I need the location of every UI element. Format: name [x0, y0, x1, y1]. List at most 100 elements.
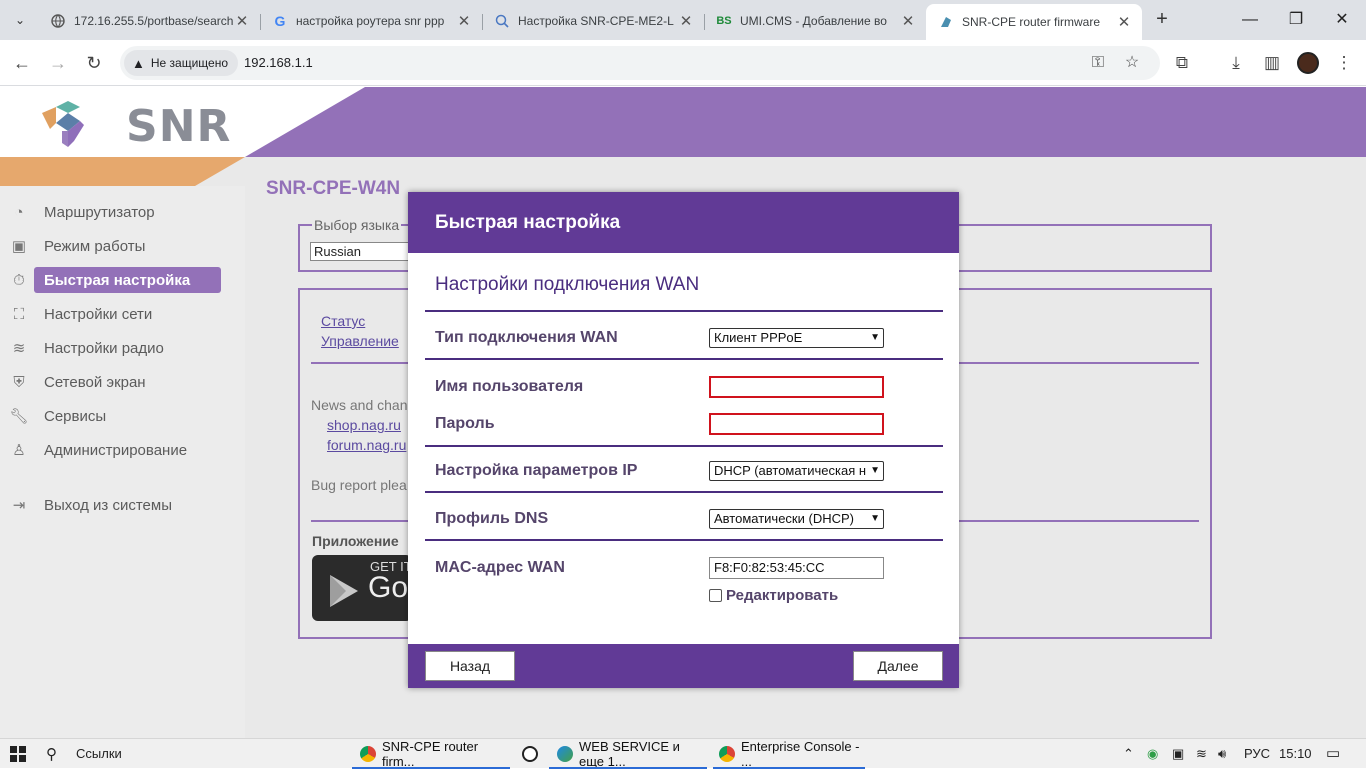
sidebar-item-network[interactable]: ⛶ Настройки сети	[0, 301, 230, 327]
camera-tray-icon[interactable]: ▣	[1172, 746, 1184, 762]
browser-tab-active[interactable]: SNR-CPE router firmware ✕	[926, 4, 1142, 40]
sidebar-item-label: Быстрая настройка	[44, 271, 191, 289]
bookmark-star-icon[interactable]: ☆	[1122, 53, 1142, 73]
password-input[interactable]	[709, 413, 884, 435]
taskbar-search-label[interactable]: Ссылки	[76, 746, 122, 761]
tab-search-dropdown-icon[interactable]: ⌄	[8, 8, 32, 32]
ip-settings-select[interactable]: DHCP (автоматическая н ▼	[709, 461, 884, 481]
next-button[interactable]: Далее	[853, 651, 943, 681]
sidebar-item-admin[interactable]: ♙ Администрирование	[0, 437, 230, 463]
close-tab-icon[interactable]: ✕	[456, 12, 472, 30]
edit-mac-checkbox[interactable]	[709, 589, 722, 602]
warning-icon: ▲	[132, 55, 145, 71]
language-select[interactable]: Russian	[310, 242, 410, 261]
side-panel-icon[interactable]: ▥	[1261, 52, 1283, 74]
ip-settings-label: Настройка параметров IP	[435, 462, 638, 479]
address-bar[interactable]: ▲ Не защищено 192.168.1.1 ⚿ ☆	[120, 46, 1160, 80]
extensions-icon[interactable]: ⧉	[1171, 52, 1193, 74]
play-store-icon	[330, 575, 358, 607]
status-link[interactable]: Статус	[321, 313, 365, 329]
security-label: Не защищено	[150, 56, 229, 70]
key-icon[interactable]: ⚿	[1088, 53, 1108, 73]
reload-icon[interactable]: ↻	[80, 49, 108, 77]
mode-icon: ▣	[11, 238, 27, 255]
new-tab-icon[interactable]: +	[1150, 8, 1174, 32]
forward-icon[interactable]: →	[44, 49, 72, 77]
search-icon[interactable]: ⚲	[46, 745, 57, 763]
taskbar-app[interactable]: Enterprise Console - ...	[713, 739, 865, 769]
logout-icon: ⇥	[12, 497, 26, 514]
taskbar-app[interactable]: SNR-CPE router firm...	[352, 739, 510, 769]
browser-tab[interactable]: BS UMI.CMS - Добавление во ✕	[704, 6, 926, 36]
network-icon: ⛶	[13, 305, 25, 323]
tab-title: SNR-CPE router firmware	[962, 15, 1101, 29]
close-tab-icon[interactable]: ✕	[900, 12, 916, 30]
clock-time[interactable]: 15:10	[1279, 746, 1312, 761]
taskbar-app[interactable]: WEB SERVICE и еще 1...	[549, 739, 707, 769]
browser-tab[interactable]: 172.16.255.5/portbase/search ✕	[38, 6, 261, 36]
username-input[interactable]	[709, 376, 884, 398]
divider	[425, 445, 943, 447]
back-icon[interactable]: ←	[8, 49, 36, 77]
shop-link[interactable]: shop.nag.ru	[327, 417, 401, 433]
wan-type-select[interactable]: Клиент PPPoE ▼	[709, 328, 884, 348]
divider	[425, 539, 943, 541]
admin-icon: ♙	[12, 442, 26, 459]
whatsapp-icon	[522, 746, 538, 762]
menu-kebab-icon[interactable]: ⋮	[1333, 52, 1355, 74]
input-language[interactable]: РУС	[1244, 746, 1270, 761]
password-label: Пароль	[435, 415, 495, 432]
divider	[425, 491, 943, 493]
wan-type-value: Клиент PPPoE	[714, 330, 803, 345]
timer-icon: ⏱	[13, 271, 25, 289]
back-button[interactable]: Назад	[425, 651, 515, 681]
minimize-icon[interactable]: —	[1230, 6, 1270, 34]
chrome-icon	[719, 746, 735, 762]
forum-link[interactable]: forum.nag.ru	[327, 437, 406, 453]
sidebar-item-label: Сервисы	[44, 407, 107, 425]
mac-address-input[interactable]: F8:F0:82:53:45:CC	[709, 557, 884, 579]
sidebar-item-logout[interactable]: ⇥ Выход из системы	[0, 492, 230, 518]
sidebar-item-mode[interactable]: ▣ Режим работы	[0, 233, 230, 259]
notifications-icon[interactable]: ▭	[1326, 744, 1340, 762]
close-window-icon[interactable]: ✕	[1322, 6, 1362, 34]
download-icon[interactable]: ⤓	[1225, 52, 1247, 74]
taskbar-app[interactable]	[516, 739, 544, 769]
profile-avatar[interactable]	[1297, 52, 1319, 74]
close-tab-icon[interactable]: ✕	[234, 12, 250, 30]
whatsapp-tray-icon[interactable]: ◉	[1147, 746, 1158, 762]
close-tab-icon[interactable]: ✕	[678, 12, 694, 30]
wifi-tray-icon[interactable]: ≋	[1196, 746, 1207, 762]
sidebar-item-quick-setup[interactable]: ⏱ Быстрая настройка	[0, 267, 230, 293]
sidebar-item-router[interactable]: ◔ Маршрутизатор	[0, 199, 230, 225]
sidebar-item-radio[interactable]: ≋ Настройки радио	[0, 335, 230, 361]
management-link[interactable]: Управление	[321, 333, 399, 349]
quick-setup-modal: Быстрая настройка Настройки подключения …	[408, 192, 959, 688]
sidebar-item-firewall[interactable]: ⛨ Сетевой экран	[0, 369, 230, 395]
search-docs-icon	[494, 13, 510, 29]
url-text[interactable]: 192.168.1.1	[244, 55, 313, 70]
header-accent-stripe	[0, 157, 245, 186]
volume-tray-icon[interactable]: 🔊︎	[1218, 746, 1226, 762]
windows-start-icon[interactable]	[10, 746, 26, 767]
wifi-icon: ≋	[12, 340, 26, 357]
google-play-badge[interactable]: GET IT Go	[312, 555, 412, 621]
security-chip[interactable]: ▲ Не защищено	[124, 50, 239, 76]
sidebar-item-label: Режим работы	[44, 237, 146, 255]
taskbar-app-label: Enterprise Console - ...	[741, 739, 860, 769]
chevron-down-icon: ▼	[870, 513, 880, 524]
language-legend: Выбор языка	[312, 217, 402, 233]
browser-tab[interactable]: G настройка роутера snr ppp ✕	[260, 6, 483, 36]
wan-type-label: Тип подключения WAN	[435, 329, 618, 346]
windows-taskbar: ⚲ Ссылки SNR-CPE router firm... WEB SERV…	[0, 738, 1366, 769]
tray-overflow-icon[interactable]: ⌃	[1123, 746, 1134, 762]
sidebar-item-services[interactable]: 🔧︎ Сервисы	[0, 403, 230, 429]
dns-profile-select[interactable]: Автоматически (DHCP) ▼	[709, 509, 884, 529]
google-icon: G	[274, 13, 286, 29]
ip-settings-value: DHCP (автоматическая н	[714, 463, 867, 478]
close-tab-icon[interactable]: ✕	[1116, 13, 1132, 31]
browser-tab[interactable]: Настройка SNR-CPE-ME2-L ✕	[482, 6, 705, 36]
restore-icon[interactable]: ❐	[1276, 6, 1316, 34]
wrench-icon: 🔧︎	[9, 408, 29, 425]
tab-title: настройка роутера snr ppp	[296, 14, 445, 28]
